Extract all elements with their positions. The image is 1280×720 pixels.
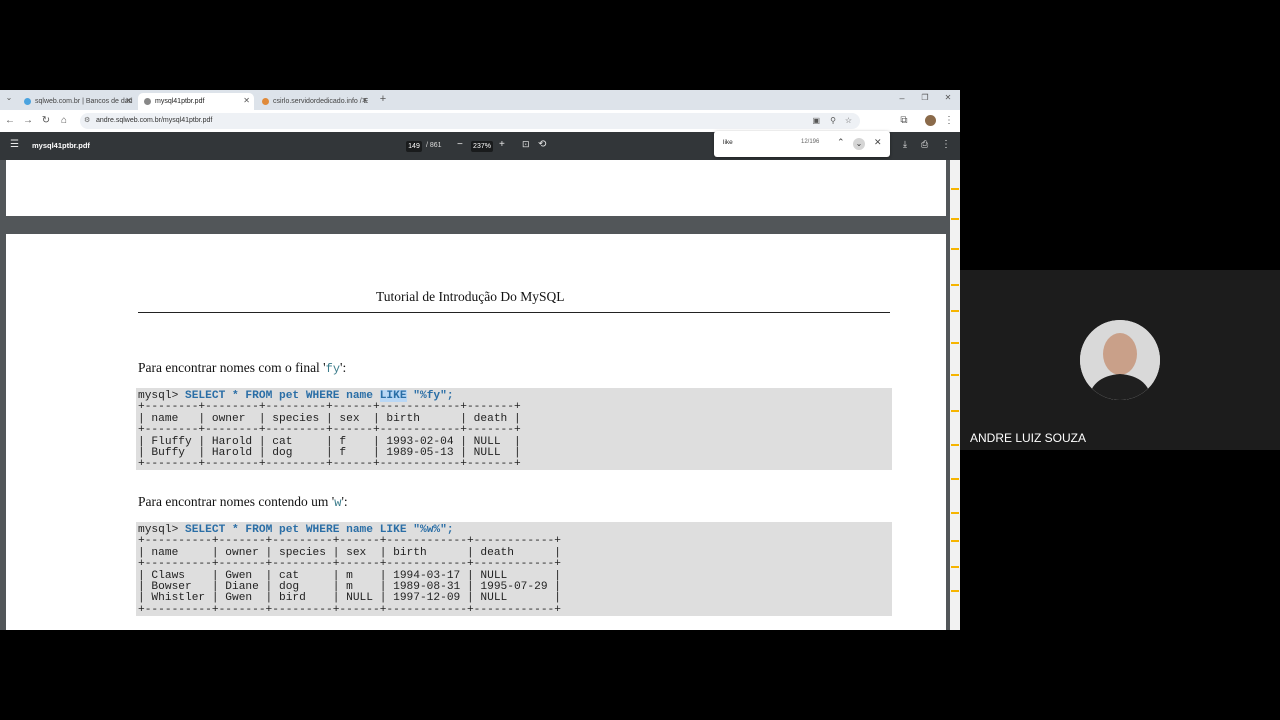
home-icon[interactable]: ⌂ xyxy=(58,115,70,126)
inline-code: fy xyxy=(325,362,341,376)
video-tile: ANDRE LUIZ SOUZA xyxy=(960,270,1280,450)
zoom-in-icon[interactable]: + xyxy=(499,139,505,150)
scrollbar[interactable] xyxy=(950,160,960,630)
zoom-out-icon[interactable]: − xyxy=(457,139,463,150)
table-line: +--------+--------+---------+------+----… xyxy=(138,458,521,471)
tab-strip: ⌄ sqlweb.com.br | Bancos de dad ✕ mysql4… xyxy=(0,90,960,110)
code-block-2: mysql> SELECT * FROM pet WHERE name LIKE… xyxy=(136,522,892,616)
bookmark-star-icon[interactable]: ☆ xyxy=(845,113,852,129)
zoom-icon[interactable]: ⚲ xyxy=(830,113,836,129)
url-text: andre.sqlweb.com.br/mysql41ptbr.pdf xyxy=(96,117,213,124)
back-icon[interactable]: ← xyxy=(4,115,16,126)
close-window-icon[interactable]: ✕ xyxy=(942,93,954,102)
site-favicon-icon xyxy=(24,98,31,105)
search-match-marker xyxy=(951,478,959,480)
site-info-icon[interactable]: ⚙ xyxy=(84,113,90,129)
restore-icon[interactable]: ❐ xyxy=(919,93,931,102)
find-match-count: 12/196 xyxy=(801,139,820,145)
tab-sqlweb[interactable]: sqlweb.com.br | Bancos de dad ✕ xyxy=(18,93,136,110)
page-number-input[interactable]: 149 xyxy=(406,141,422,152)
table-line: +--------+--------+---------+------+----… xyxy=(138,424,521,437)
search-match-marker xyxy=(951,374,959,376)
pdf-page-previous xyxy=(6,160,946,216)
close-tab-icon[interactable]: ✕ xyxy=(243,96,250,105)
tab-phpmyadmin[interactable]: csirlo.servidordedicado.info / E ✕ xyxy=(256,93,372,110)
search-match-marker xyxy=(951,218,959,220)
participant-name: ANDRE LUIZ SOUZA xyxy=(970,431,1087,445)
close-tab-icon[interactable]: ✕ xyxy=(361,96,368,105)
search-match-marker xyxy=(951,512,959,514)
section1-text: Para encontrar nomes com o final 'fy': xyxy=(138,360,347,376)
download-icon[interactable]: ⤓ xyxy=(903,139,907,150)
search-match-marker xyxy=(951,410,959,412)
globe-icon xyxy=(144,98,151,105)
browser-window: ⌄ sqlweb.com.br | Bancos de dad ✕ mysql4… xyxy=(0,90,960,630)
search-match-marker xyxy=(951,284,959,286)
page-header-title: Tutorial de Introdução Do MySQL xyxy=(376,289,565,304)
address-bar: ← → ↻ ⌂ ⚙ andre.sqlweb.com.br/mysql41ptb… xyxy=(0,110,960,133)
header-rule xyxy=(138,312,890,313)
pdf-viewer[interactable]: Tutorial de Introdução Do MySQL Para enc… xyxy=(0,160,960,630)
sidebar-menu-icon[interactable]: ☰ xyxy=(10,139,19,150)
person-icon xyxy=(1080,320,1160,400)
extensions-icon[interactable]: ⧉ xyxy=(898,115,910,126)
forward-icon[interactable]: → xyxy=(22,115,34,126)
pdf-filename: mysql41ptbr.pdf xyxy=(32,141,90,150)
find-bar: like 12/196 ⌃ ⌄ ✕ xyxy=(714,131,890,157)
table-line: +----------+-------+---------+------+---… xyxy=(138,603,561,616)
tab-title: csirlo.servidordedicado.info / E xyxy=(273,98,369,105)
new-tab-icon[interactable]: + xyxy=(377,93,389,105)
tab-pdf[interactable]: mysql41ptbr.pdf ✕ xyxy=(138,93,254,110)
more-options-icon[interactable]: ⋮ xyxy=(941,139,951,150)
search-match-marker xyxy=(951,540,959,542)
tab-title: mysql41ptbr.pdf xyxy=(155,98,205,105)
tab-search-icon[interactable]: ⌄ xyxy=(3,93,15,102)
search-match-marker xyxy=(951,444,959,446)
search-match-marker xyxy=(951,188,959,190)
rotate-icon[interactable]: ⟲ xyxy=(538,139,546,150)
table-line: +----------+-------+---------+------+---… xyxy=(138,558,561,571)
participant-video xyxy=(1080,320,1160,400)
close-tab-icon[interactable]: ✕ xyxy=(125,96,132,105)
profile-avatar[interactable] xyxy=(925,115,936,126)
section2-text: Para encontrar nomes contendo um 'w': xyxy=(138,494,348,510)
minimize-icon[interactable]: – xyxy=(896,93,908,103)
search-match-marker xyxy=(951,310,959,312)
print-icon[interactable]: ⎙ xyxy=(921,139,928,150)
page-total: / 861 xyxy=(426,142,442,149)
search-match-marker xyxy=(951,590,959,592)
zoom-input[interactable]: 237% xyxy=(471,141,493,152)
reload-icon[interactable]: ↻ xyxy=(40,115,52,126)
find-input[interactable]: like xyxy=(723,139,733,146)
tab-title: sqlweb.com.br | Bancos de dad xyxy=(35,98,133,105)
pdf-page: Tutorial de Introdução Do MySQL Para enc… xyxy=(6,234,946,630)
find-highlight: LIKE xyxy=(379,390,407,402)
search-match-marker xyxy=(951,566,959,568)
phpmyadmin-icon xyxy=(262,98,269,105)
search-match-marker xyxy=(951,342,959,344)
find-previous-icon[interactable]: ⌃ xyxy=(837,137,845,148)
find-close-icon[interactable]: ✕ xyxy=(874,137,882,148)
find-next-icon[interactable]: ⌄ xyxy=(853,138,865,150)
url-input[interactable]: ⚙ andre.sqlweb.com.br/mysql41ptbr.pdf ☆ … xyxy=(80,113,860,129)
install-app-icon[interactable]: ▣ xyxy=(812,113,820,129)
code-block-1: mysql> SELECT * FROM pet WHERE name LIKE… xyxy=(136,388,892,470)
fit-page-icon[interactable]: ⊡ xyxy=(522,139,530,150)
search-match-marker xyxy=(951,248,959,250)
browser-menu-icon[interactable]: ⋮ xyxy=(943,115,955,126)
